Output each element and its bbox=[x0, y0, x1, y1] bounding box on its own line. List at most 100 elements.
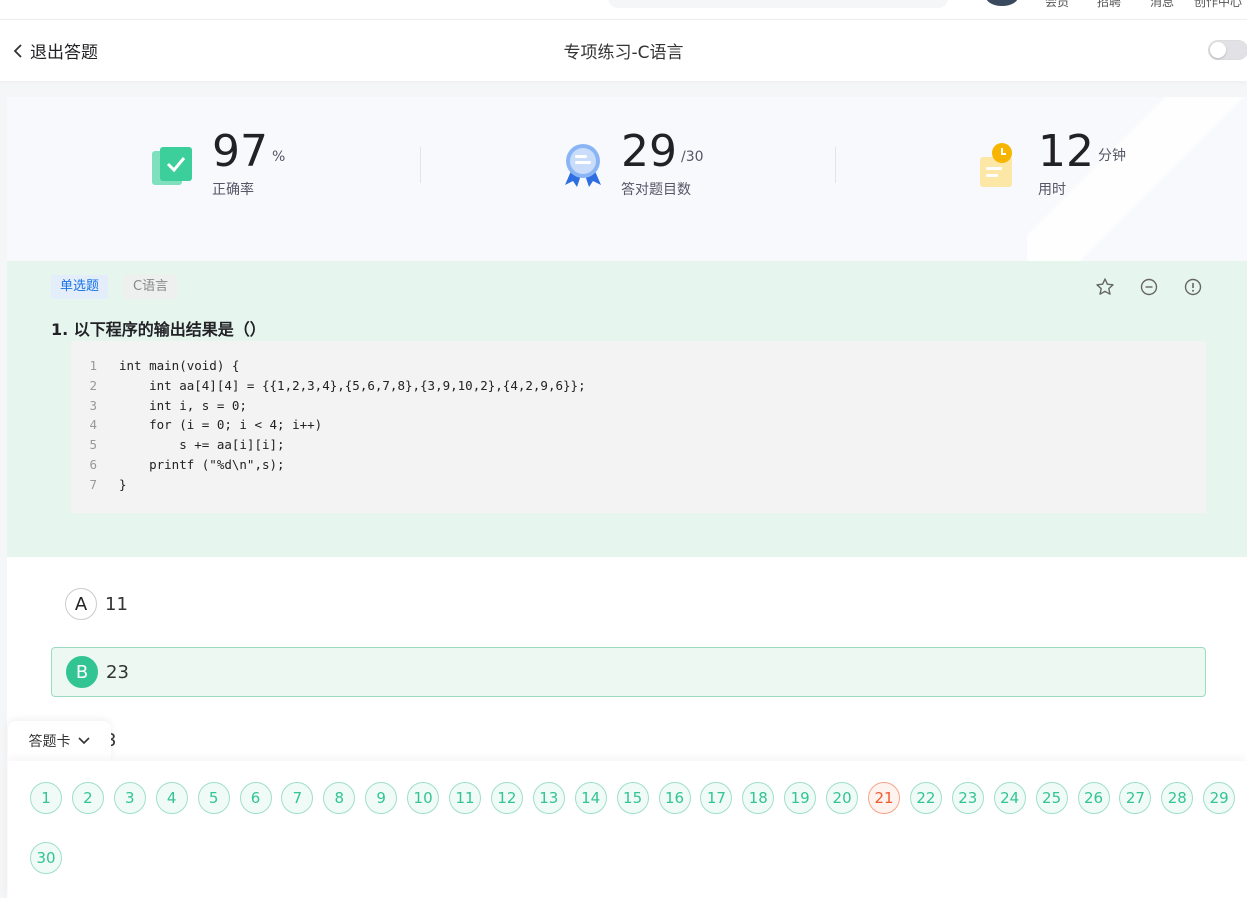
question-number-12[interactable]: 12 bbox=[490, 782, 523, 814]
question-number-30[interactable]: 30 bbox=[30, 842, 62, 874]
question-number-5[interactable]: 5 bbox=[197, 782, 230, 814]
option-a[interactable]: A 11 bbox=[51, 579, 1206, 629]
code-text: for (i = 0; i < 4; i++) bbox=[119, 417, 323, 433]
divider bbox=[835, 147, 836, 183]
toggle-knob bbox=[1210, 42, 1226, 58]
question-number-8[interactable]: 8 bbox=[323, 782, 356, 814]
alert-circle-icon[interactable] bbox=[1183, 277, 1203, 297]
accuracy-unit: % bbox=[272, 149, 286, 165]
answer-card-toggle[interactable]: 答题卡 bbox=[8, 721, 111, 761]
star-icon[interactable] bbox=[1095, 277, 1115, 297]
question-number-13[interactable]: 13 bbox=[532, 782, 565, 814]
award-badge-icon bbox=[565, 144, 601, 187]
stat-accuracy: 97 % 正确率 bbox=[150, 127, 285, 199]
question-number-25[interactable]: 25 bbox=[1035, 782, 1068, 814]
question-area: 单选题 C语言 1. 以下程序的输出结果是（） 1 int main(void) … bbox=[7, 261, 1247, 557]
page-title: 专项练习-C语言 bbox=[563, 43, 684, 63]
option-text: 11 bbox=[105, 593, 128, 615]
question-number-19[interactable]: 19 bbox=[784, 782, 817, 814]
nav-messages[interactable]: 消息 bbox=[1150, 0, 1174, 10]
accuracy-value: 97 bbox=[212, 126, 268, 177]
language-tag: C语言 bbox=[124, 275, 178, 299]
question-number-17[interactable]: 17 bbox=[700, 782, 733, 814]
code-text: int i, s = 0; bbox=[119, 397, 247, 413]
option-text: 23 bbox=[106, 661, 129, 683]
site-search-input[interactable] bbox=[608, 0, 948, 8]
question-number-9[interactable]: 9 bbox=[365, 782, 398, 814]
question-number-7[interactable]: 7 bbox=[281, 782, 314, 814]
time-unit: 分钟 bbox=[1098, 148, 1126, 164]
question-number-16[interactable]: 16 bbox=[658, 782, 691, 814]
code-text: } bbox=[119, 476, 127, 492]
question-number-18[interactable]: 18 bbox=[742, 782, 775, 814]
question-number-22[interactable]: 22 bbox=[909, 782, 942, 814]
time-label: 用时 bbox=[1038, 182, 1066, 198]
code-line: 1 int main(void) { bbox=[71, 358, 1206, 378]
question-number-29[interactable]: 29 bbox=[1203, 782, 1236, 814]
avatar[interactable] bbox=[986, 0, 1018, 6]
question-number-10[interactable]: 10 bbox=[407, 782, 440, 814]
line-number: 6 bbox=[89, 456, 97, 472]
time-value: 12 bbox=[1038, 126, 1094, 177]
correct-count-label: 答对题目数 bbox=[621, 182, 691, 198]
nav-jobs[interactable]: 招聘 bbox=[1097, 0, 1121, 10]
stat-correct-count: 29 /30 答对题目数 bbox=[559, 127, 704, 199]
option-c[interactable]: C 3 bbox=[51, 715, 1206, 765]
code-line: 2 int aa[4][4] = {{1,2,3,4},{5,6,7,8},{3… bbox=[71, 378, 1206, 398]
question-number-6[interactable]: 6 bbox=[239, 782, 272, 814]
question-number-24[interactable]: 24 bbox=[993, 782, 1026, 814]
nav-vip[interactable]: 会员 bbox=[1045, 0, 1069, 10]
question-number-1[interactable]: 1 bbox=[30, 782, 62, 814]
question-number-15[interactable]: 15 bbox=[616, 782, 649, 814]
code-line: 7} bbox=[71, 477, 1206, 497]
answer-card-label: 答题卡 bbox=[28, 734, 71, 750]
clock-document-icon bbox=[980, 143, 1012, 187]
code-text: printf ("%d\n",s); bbox=[119, 456, 285, 472]
code-text: int main(void) { bbox=[119, 358, 240, 373]
code-line: 5 s += aa[i][i]; bbox=[71, 437, 1206, 457]
divider bbox=[420, 147, 421, 183]
question-tools bbox=[1095, 277, 1203, 297]
check-document-icon bbox=[152, 147, 192, 185]
minus-circle-icon[interactable] bbox=[1139, 277, 1159, 297]
chevron-down-icon bbox=[77, 737, 90, 745]
question-number-27[interactable]: 27 bbox=[1119, 782, 1152, 814]
line-number: 5 bbox=[89, 437, 97, 453]
question-number-3[interactable]: 3 bbox=[113, 782, 146, 814]
accuracy-label: 正确率 bbox=[212, 182, 254, 198]
exam-header: 退出答题 专项练习-C语言 bbox=[0, 20, 1247, 81]
question-number-23[interactable]: 23 bbox=[951, 782, 984, 814]
nav-creator-center[interactable]: 创作中心 bbox=[1194, 0, 1242, 10]
line-number: 4 bbox=[89, 417, 97, 433]
option-b[interactable]: B 23 bbox=[51, 647, 1206, 697]
correct-count-value: 29 bbox=[621, 126, 677, 177]
question-number-20[interactable]: 20 bbox=[826, 782, 859, 814]
answer-card-panel: 1 2 3 4 5 6 7 8 9 10 11 12 13 14 15 16 17 18 19 20 21 22 23 24 2… bbox=[8, 761, 1247, 898]
question-number-2[interactable]: 2 bbox=[71, 782, 104, 814]
question-number-14[interactable]: 14 bbox=[574, 782, 607, 814]
result-stats: 97 % 正确率 29 /30 答对题目数 12 分钟 用时 bbox=[7, 97, 1247, 261]
code-line: 3 int i, s = 0; bbox=[71, 398, 1206, 418]
question-number-28[interactable]: 28 bbox=[1161, 782, 1194, 814]
line-number: 1 bbox=[89, 358, 97, 373]
line-number: 3 bbox=[89, 397, 97, 413]
site-topbar: 会员 招聘 消息 创作中心 bbox=[0, 0, 1247, 20]
question-number-21[interactable]: 21 bbox=[868, 782, 900, 814]
line-number: 2 bbox=[89, 377, 97, 393]
stat-time: 12 分钟 用时 bbox=[976, 127, 1126, 199]
code-line: 4 for (i = 0; i < 4; i++) bbox=[71, 417, 1206, 437]
correct-count-total: /30 bbox=[681, 149, 704, 165]
question-type-tag: 单选题 bbox=[51, 275, 109, 299]
question-number-4[interactable]: 4 bbox=[155, 782, 188, 814]
question-number-11[interactable]: 11 bbox=[449, 782, 481, 814]
mode-toggle[interactable] bbox=[1208, 40, 1247, 60]
code-text: s += aa[i][i]; bbox=[119, 437, 285, 453]
option-letter: A bbox=[65, 588, 97, 620]
option-letter: B bbox=[66, 656, 98, 688]
code-block: 1 int main(void) { 2 int aa[4][4] = {{1,2… bbox=[71, 341, 1206, 513]
question-title: 1. 以下程序的输出结果是（） bbox=[51, 320, 266, 339]
code-line: 6 printf ("%d\n",s); bbox=[71, 457, 1206, 477]
question-number-26[interactable]: 26 bbox=[1077, 782, 1110, 814]
line-number: 7 bbox=[89, 476, 97, 492]
code-text: int aa[4][4] = {{1,2,3,4},{5,6,7,8},{3,9… bbox=[119, 377, 586, 393]
